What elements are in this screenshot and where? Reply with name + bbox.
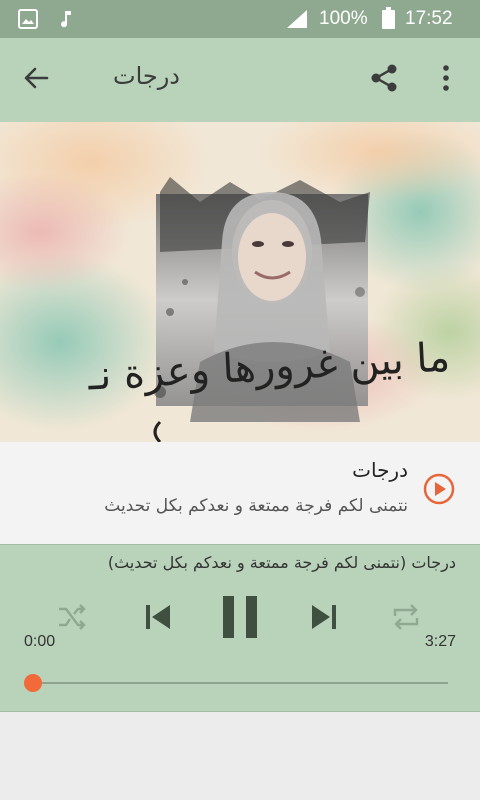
- player-panel: درجات (نتمنى لكم فرجة ممتعة و نعدكم بكل …: [0, 544, 480, 712]
- music-notification-icon: [58, 9, 74, 33]
- total-duration: 3:27: [424, 633, 456, 650]
- pause-button[interactable]: [216, 593, 264, 645]
- pause-icon: [221, 595, 259, 643]
- back-button[interactable]: [12, 56, 60, 104]
- share-icon: [369, 63, 399, 97]
- track-list-item[interactable]: درجات نتمنى لكم فرجة ممتعة و نعدكم بكل ت…: [0, 442, 480, 544]
- elapsed-time: 0:00: [24, 633, 56, 650]
- battery-percent: 100%: [319, 8, 368, 29]
- shuffle-icon: [57, 603, 87, 635]
- repeat-icon: [391, 603, 421, 635]
- image-notification-icon: [18, 9, 38, 33]
- previous-button[interactable]: [136, 597, 180, 641]
- next-icon: [309, 602, 339, 636]
- track-play-button[interactable]: [422, 472, 456, 506]
- next-button[interactable]: [302, 597, 346, 641]
- bottom-area: [0, 712, 480, 800]
- previous-icon: [143, 602, 173, 636]
- back-arrow-icon: [23, 65, 49, 95]
- status-bar: 100% 17:52: [0, 0, 480, 38]
- seek-thumb[interactable]: [24, 674, 42, 692]
- more-vert-icon: [442, 65, 450, 95]
- share-button[interactable]: [360, 56, 408, 104]
- battery-icon: [382, 7, 395, 33]
- play-circle-icon: [422, 473, 456, 510]
- repeat-button[interactable]: [386, 599, 426, 639]
- signal-icon: [286, 9, 308, 33]
- seek-bar[interactable]: [32, 682, 448, 684]
- page-title: درجات: [112, 62, 180, 90]
- track-title: درجات: [352, 458, 408, 482]
- track-subtitle: نتمنى لكم فرجة ممتعة و نعدكم بكل تحديث: [104, 496, 408, 516]
- now-playing-label: درجات (نتمنى لكم فرجة ممتعة و نعدكم بكل …: [107, 553, 456, 572]
- artwork-image: [0, 122, 480, 442]
- app-bar: درجات: [0, 38, 480, 122]
- more-options-button[interactable]: [422, 56, 470, 104]
- clock: 17:52: [405, 8, 453, 29]
- album-artwork: ما بين غرورها وعزة نـ: [0, 122, 480, 442]
- shuffle-button[interactable]: [52, 599, 92, 639]
